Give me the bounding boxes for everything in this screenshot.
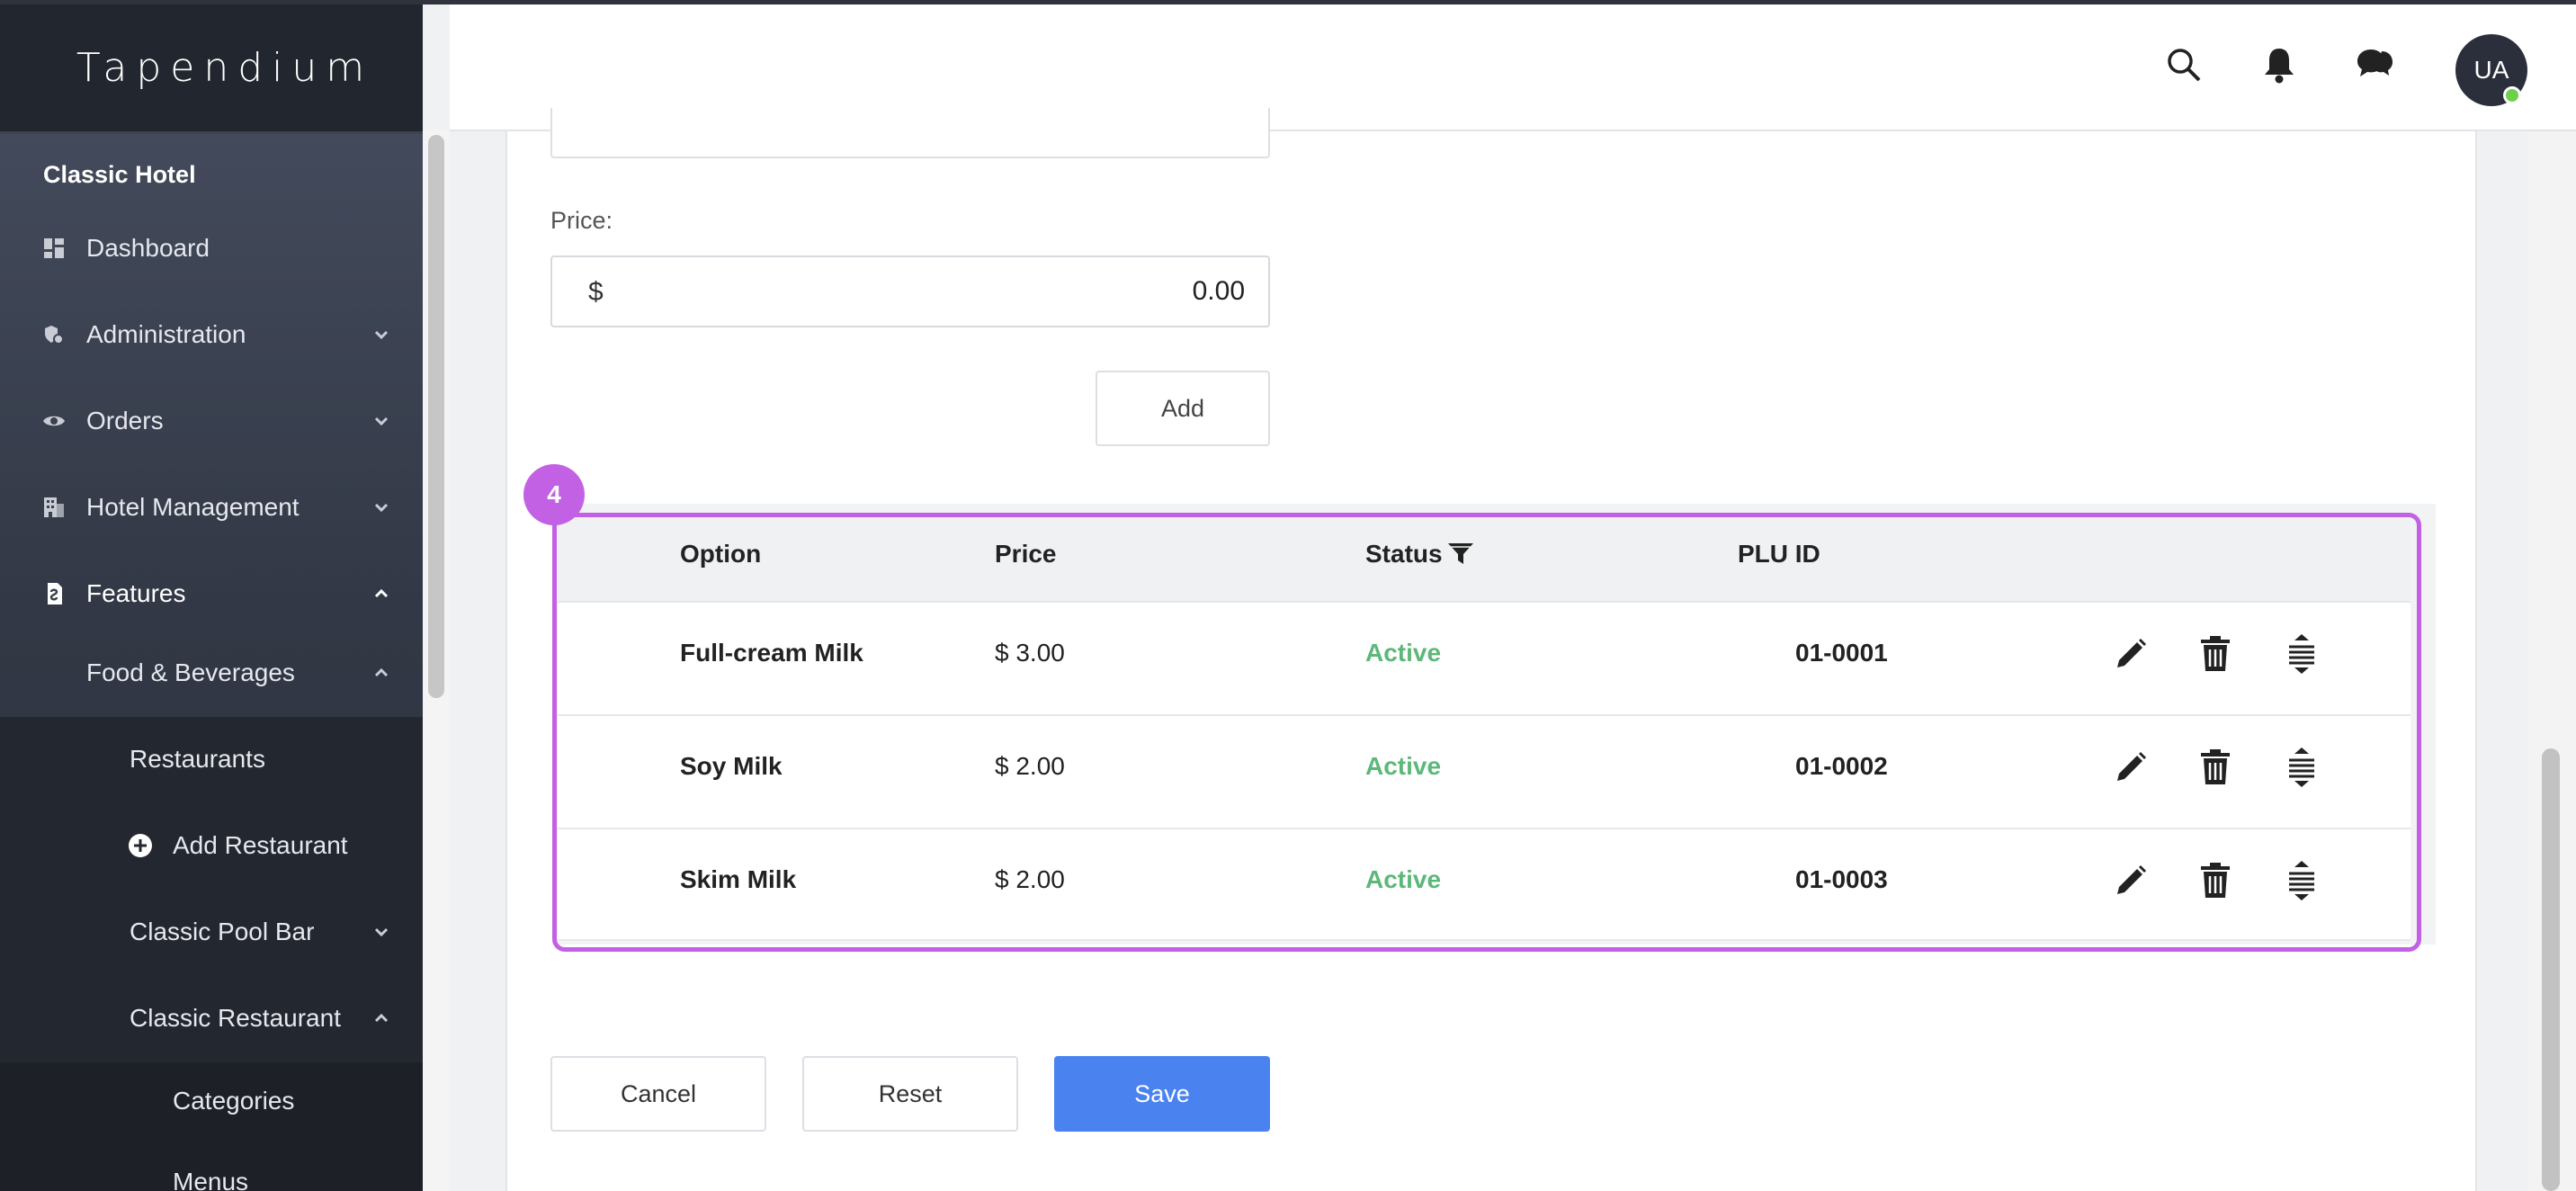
sidebar-item-label: Classic Restaurant — [130, 1004, 341, 1032]
search-icon[interactable] — [2164, 45, 2204, 85]
step-badge: 4 — [523, 464, 585, 525]
sidebar-item-label: Add Restaurant — [173, 831, 348, 859]
reset-button[interactable]: Reset — [802, 1056, 1018, 1132]
page-scrollbar-thumb[interactable] — [2542, 748, 2560, 1191]
sidebar-item-classic-restaurant[interactable]: Classic Restaurant — [0, 987, 423, 1050]
sidebar-item-classic-pool-bar[interactable]: Classic Pool Bar — [0, 900, 423, 963]
bell-icon[interactable] — [2259, 45, 2299, 85]
online-status-dot — [2503, 86, 2521, 104]
sidebar-item-dashboard[interactable]: Dashboard — [0, 217, 423, 280]
chat-icon[interactable] — [2355, 45, 2394, 85]
sidebar-item-label: Categories — [173, 1087, 295, 1115]
eye-icon — [41, 408, 67, 434]
cancel-button[interactable]: Cancel — [550, 1056, 766, 1132]
price-field[interactable]: $ — [550, 255, 1270, 327]
sidebar-scrollbar-thumb[interactable] — [428, 135, 444, 698]
sidebar-submenu-food-beverages: Restaurants Add Restaurant Classic Pool … — [0, 717, 423, 1191]
add-button[interactable]: Add — [1096, 371, 1270, 446]
dashboard-icon — [41, 236, 67, 261]
price-input[interactable] — [633, 266, 1245, 317]
currency-symbol: $ — [588, 277, 604, 307]
sidebar: Tapendium Classic Hotel Dashboard Admini… — [0, 4, 423, 1191]
sidebar-item-label: Orders — [86, 407, 164, 434]
sidebar-item-hotel-management[interactable]: Hotel Management — [0, 476, 423, 539]
admin-icon — [41, 322, 67, 347]
highlight-frame — [552, 513, 2421, 952]
chevron-down-icon — [374, 416, 389, 426]
sidebar-menu: Classic Hotel Dashboard Administration O… — [0, 134, 423, 1191]
building-icon — [41, 495, 67, 520]
text-input-partial[interactable] — [550, 108, 1270, 158]
price-label: Price: — [550, 207, 613, 234]
sidebar-item-label: Features — [86, 579, 186, 607]
sidebar-item-add-restaurant[interactable]: Add Restaurant — [0, 814, 423, 877]
sidebar-item-menus[interactable]: Menus — [0, 1151, 423, 1191]
sidebar-submenu-classic-restaurant: Categories Menus — [0, 1062, 423, 1191]
sidebar-item-label: Menus — [173, 1168, 249, 1191]
chevron-down-icon — [374, 330, 389, 340]
sidebar-item-restaurants[interactable]: Restaurants — [0, 728, 423, 791]
sidebar-item-administration[interactable]: Administration — [0, 303, 423, 366]
sidebar-item-label: Classic Pool Bar — [130, 918, 315, 945]
sidebar-item-label: Hotel Management — [86, 493, 300, 521]
brand-logo[interactable]: Tapendium — [0, 4, 423, 131]
save-button[interactable]: Save — [1054, 1056, 1270, 1132]
sidebar-item-orders[interactable]: Orders — [0, 390, 423, 452]
brand-name: Tapendium — [76, 45, 374, 91]
sidebar-item-features[interactable]: Features — [0, 562, 423, 625]
sidebar-item-label: Food & Beverages — [86, 658, 295, 686]
chevron-down-icon — [374, 503, 389, 513]
sidebar-item-categories[interactable]: Categories — [0, 1070, 423, 1133]
chevron-up-icon — [374, 588, 389, 598]
chevron-up-icon — [374, 667, 389, 677]
chevron-down-icon — [374, 927, 389, 937]
features-icon — [41, 581, 67, 606]
sidebar-item-label: Administration — [86, 320, 246, 348]
sidebar-item-label: Dashboard — [86, 234, 210, 262]
hotel-name: Classic Hotel — [43, 161, 196, 188]
plus-circle-icon — [128, 833, 153, 858]
sidebar-item-food-beverages[interactable]: Food & Beverages — [0, 641, 423, 704]
sidebar-item-label: Restaurants — [130, 745, 265, 773]
chevron-up-icon — [374, 1013, 389, 1023]
